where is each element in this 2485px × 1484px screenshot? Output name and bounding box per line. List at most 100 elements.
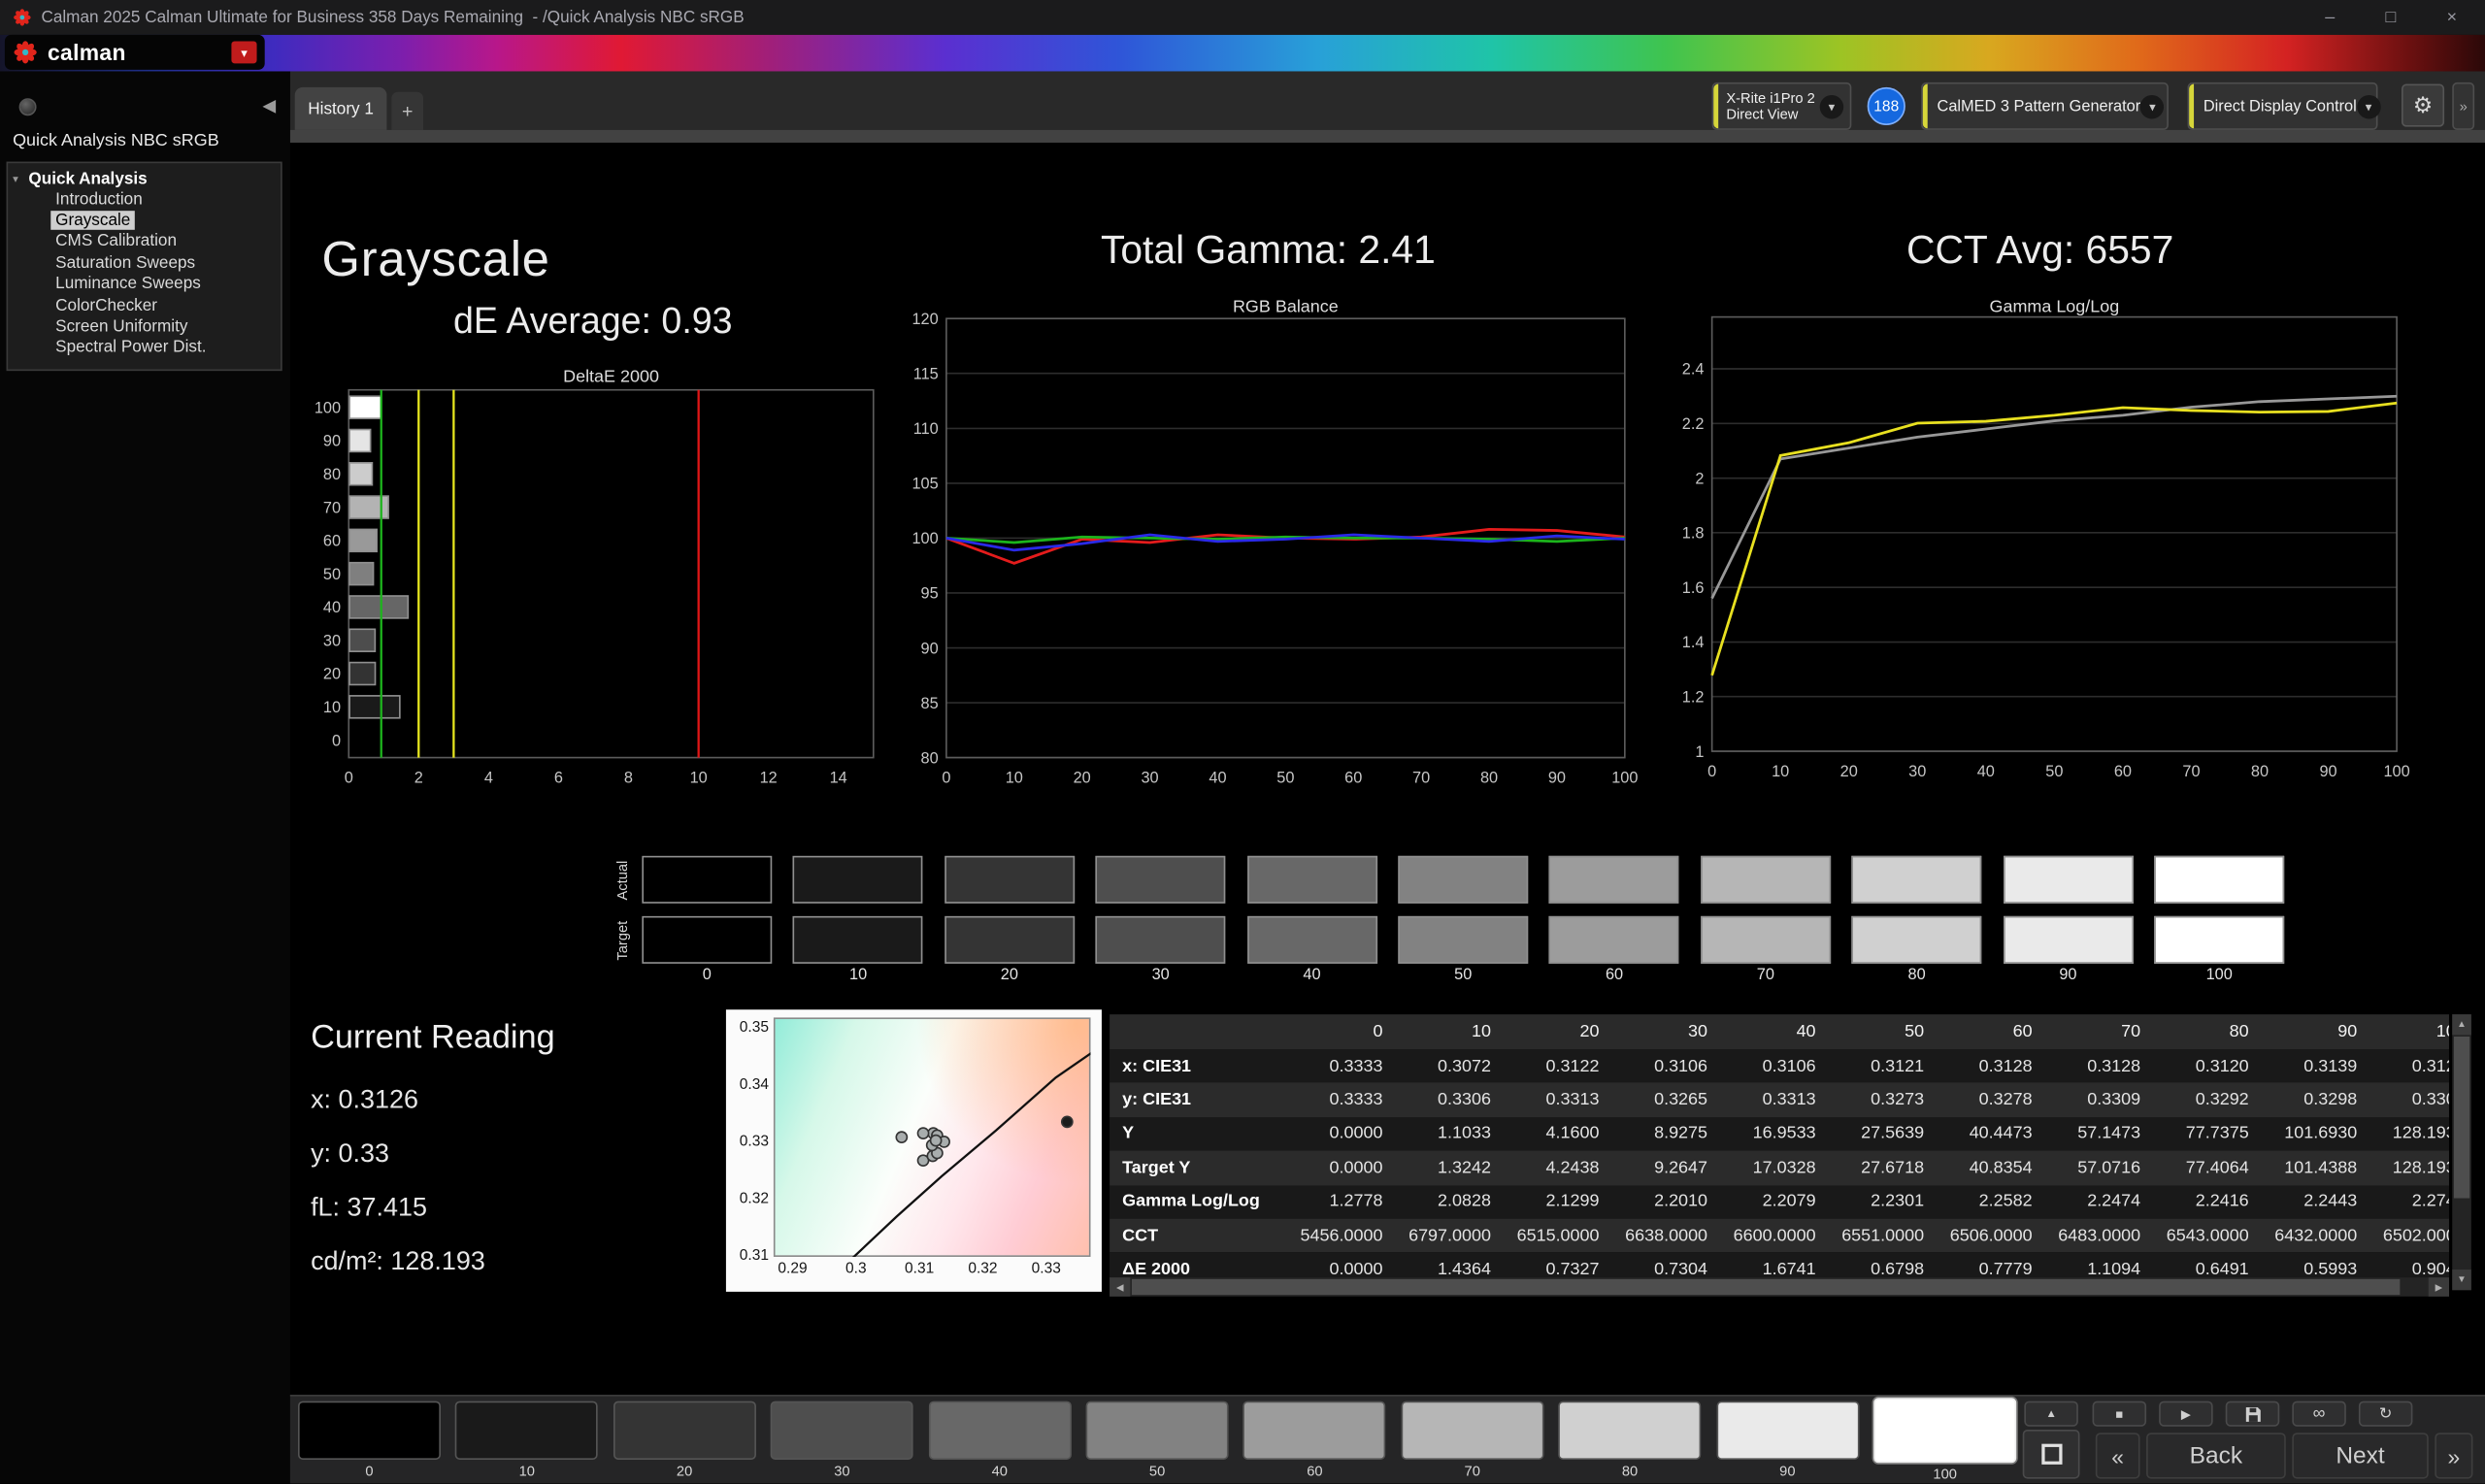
back-button[interactable]: Back (2146, 1433, 2286, 1478)
table-cell: 0.3278 (1937, 1091, 2045, 1110)
next-label: Next (2336, 1442, 2384, 1469)
svg-text:85: 85 (921, 695, 939, 712)
table-cell: 27.6718 (1829, 1158, 1938, 1177)
patch-button-50[interactable]: 50 (1086, 1398, 1229, 1480)
reading-x-value: x: 0.3126 (311, 1073, 707, 1128)
calman-logo-button[interactable]: calman ▾ (5, 35, 265, 70)
stop-button[interactable]: ■ (2093, 1402, 2147, 1427)
table-col-header: 90 (2262, 1022, 2370, 1041)
table-cell: 0.3139 (2262, 1057, 2370, 1076)
back-label: Back (2190, 1442, 2242, 1469)
svg-text:6: 6 (554, 770, 563, 787)
rainbow-strip (0, 35, 2485, 72)
table-cell: 1.2778 (1287, 1192, 1396, 1211)
scroll-up-arrow[interactable]: ▲ (2452, 1014, 2471, 1035)
table-horizontal-scrollbar[interactable]: ◀ ▶ (1110, 1277, 2449, 1297)
sidebar-item-saturation-sweeps[interactable]: Saturation Sweeps (8, 252, 281, 274)
table-cell: 128.1930 (2369, 1158, 2449, 1177)
horizontal-scroll-thumb[interactable] (1132, 1279, 2400, 1295)
pattern-generator-dropdown[interactable]: CalMED 3 Pattern Generator ▾ (1921, 82, 2169, 130)
patch-swatch (771, 1402, 913, 1460)
sidebar-item-screen-uniformity[interactable]: Screen Uniformity (8, 316, 281, 338)
sidebar-item-luminance-sweeps[interactable]: Luminance Sweeps (8, 274, 281, 295)
page-up-button[interactable]: ▲ (2024, 1402, 2078, 1427)
patch-label: 70 (1401, 1463, 1543, 1478)
patch-button-80[interactable]: 80 (1559, 1398, 1702, 1480)
skip-back-button[interactable]: « (2096, 1433, 2140, 1478)
table-cell: 1.1033 (1396, 1125, 1505, 1144)
sidebar-item-spectral-power-dist[interactable]: Spectral Power Dist. (8, 337, 281, 358)
patch-button-100[interactable]: 100 (1873, 1398, 2016, 1480)
chevron-down-icon: ▾ (2140, 94, 2164, 117)
patch-button-10[interactable]: 10 (455, 1398, 598, 1480)
settings-gear-button[interactable]: ⚙ (2402, 84, 2444, 127)
sidebar-dot-button[interactable] (19, 98, 37, 115)
meter-count-badge[interactable]: 188 (1868, 87, 1905, 125)
patch-button-70[interactable]: 70 (1401, 1398, 1543, 1480)
save-button[interactable] (2226, 1402, 2280, 1427)
target-swatch-60 (1549, 916, 1679, 964)
meter-select-dropdown[interactable]: X-Rite i1Pro 2 Direct View ▾ (1712, 82, 1852, 130)
cie-x-tick: 0.29 (769, 1260, 816, 1277)
svg-text:4: 4 (484, 770, 493, 787)
svg-text:100: 100 (1611, 770, 1638, 787)
patch-label: 40 (928, 1463, 1071, 1478)
swatch-level-label: 0 (642, 967, 772, 984)
svg-text:0: 0 (942, 770, 950, 787)
close-button[interactable]: × (2447, 8, 2458, 27)
grayscale-heading: Grayscale (321, 231, 549, 288)
sidebar-item-grayscale[interactable]: Grayscale (8, 210, 281, 231)
table-cell: 0.3298 (2262, 1091, 2370, 1110)
patch-swatch (613, 1402, 756, 1460)
meter-mode: Direct View (1726, 106, 1814, 121)
tab-history-1[interactable]: History 1 (295, 87, 387, 130)
new-tab-button[interactable]: + (391, 92, 423, 130)
actual-swatch-80 (1852, 856, 1982, 904)
display-control-dropdown[interactable]: Direct Display Control ▾ (2188, 82, 2378, 130)
table-cell: 9.2647 (1612, 1158, 1721, 1177)
sidebar-item-cms-calibration[interactable]: CMS Calibration (8, 231, 281, 252)
table-cell: 0.3300 (2369, 1091, 2449, 1110)
sidebar-item-introduction[interactable]: Introduction (8, 188, 281, 210)
svg-text:1.2: 1.2 (1682, 688, 1705, 706)
actual-swatch-100 (2154, 856, 2284, 904)
sidebar-collapse-button[interactable]: ◀ (262, 95, 276, 115)
patch-button-0[interactable]: 0 (298, 1398, 441, 1480)
svg-text:90: 90 (1548, 770, 1566, 787)
scroll-right-arrow[interactable]: ▶ (2429, 1277, 2449, 1297)
panel-expand-handle[interactable]: » (2452, 82, 2474, 130)
maximize-button[interactable]: □ (2386, 8, 2397, 27)
tree-root-quick-analysis[interactable]: ▾ Quick Analysis (8, 168, 281, 188)
scroll-left-arrow[interactable]: ◀ (1110, 1277, 1130, 1297)
table-vertical-scrollbar[interactable]: ▲ ▼ (2452, 1014, 2471, 1290)
svg-text:10: 10 (1772, 763, 1789, 780)
refresh-icon: ↻ (2379, 1405, 2393, 1423)
skip-forward-button[interactable]: » (2435, 1433, 2472, 1478)
gamma-loglog-chart: Gamma Log/Log2.42.221.81.61.41.210102030… (1655, 295, 2426, 793)
table-row-x-cie31: x: CIE310.33330.30720.31220.31060.31060.… (1110, 1049, 2449, 1083)
sidebar-item-colorchecker[interactable]: ColorChecker (8, 295, 281, 316)
vertical-scroll-thumb[interactable] (2454, 1037, 2469, 1199)
patch-label: 20 (613, 1463, 756, 1478)
refresh-button[interactable]: ↻ (2359, 1402, 2413, 1427)
minimize-button[interactable]: – (2325, 8, 2335, 27)
play-button[interactable]: ▶ (2159, 1402, 2213, 1427)
pattern-window-button[interactable] (2023, 1430, 2080, 1479)
display-status-accent (2189, 84, 2194, 129)
table-cell: 6600.0000 (1720, 1226, 1829, 1245)
svg-text:60: 60 (2114, 763, 2132, 780)
tree-expander-icon: ▾ (13, 172, 18, 184)
svg-text:10: 10 (323, 699, 341, 716)
next-button[interactable]: Next (2292, 1433, 2428, 1478)
patch-button-90[interactable]: 90 (1716, 1398, 1859, 1480)
scroll-down-arrow[interactable]: ▼ (2452, 1270, 2471, 1290)
rgb-balance-chart: RGB Balance12011511010510095908580010203… (887, 295, 1648, 793)
continuous-measure-button[interactable]: ∞ (2292, 1402, 2346, 1427)
patch-swatch (298, 1402, 441, 1460)
sidebar-item-label: Grayscale (50, 211, 135, 230)
patch-button-20[interactable]: 20 (613, 1398, 756, 1480)
patch-button-30[interactable]: 30 (771, 1398, 913, 1480)
patch-button-40[interactable]: 40 (928, 1398, 1071, 1480)
cct-avg-heading: CCT Avg: 6557 (1655, 228, 2426, 274)
patch-button-60[interactable]: 60 (1243, 1398, 1386, 1480)
